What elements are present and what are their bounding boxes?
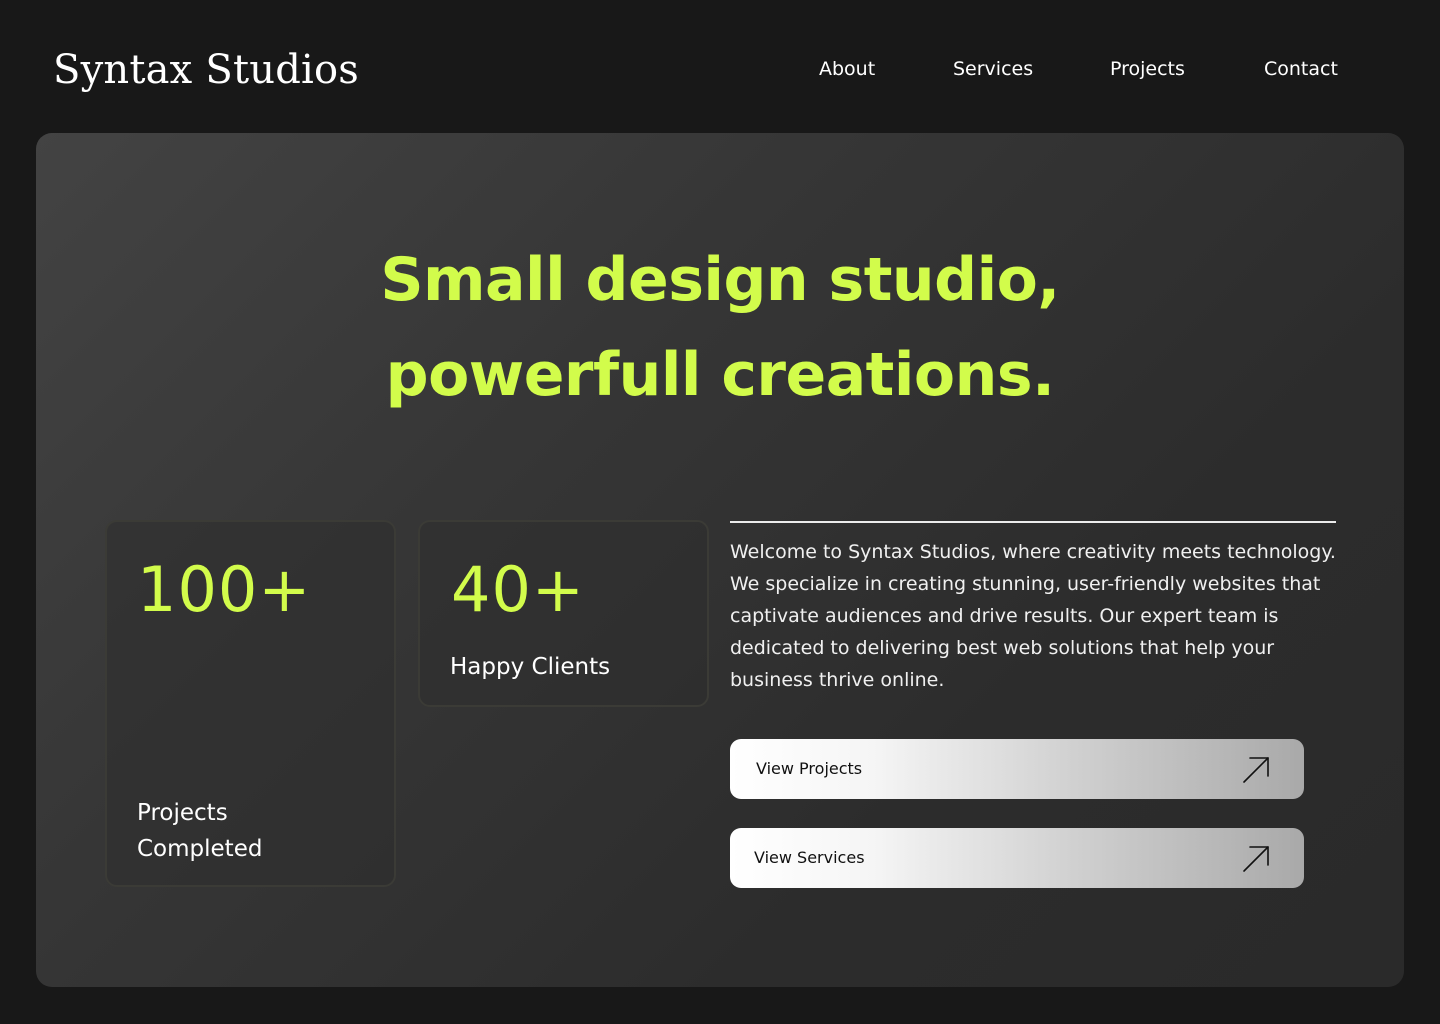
main-nav: About Services Projects Contact: [0, 55, 1440, 85]
headline-line-1: Small design studio,: [380, 245, 1060, 315]
stat-card-clients: 40+ Happy Clients: [418, 520, 709, 707]
stat-projects-value: 100+: [137, 553, 312, 626]
stat-projects-label: Projects Completed: [137, 800, 263, 862]
headline-line-2: powerfull creations.: [385, 340, 1055, 410]
stat-clients-label: Happy Clients: [450, 654, 611, 680]
arrow-up-right-icon: [1243, 757, 1269, 783]
arrow-up-right-icon: [1243, 846, 1269, 872]
nav-about-link[interactable]: About: [819, 55, 875, 83]
view-projects-label: View Projects: [756, 759, 863, 778]
stat-card-projects: 100+ Projects Completed: [105, 520, 396, 887]
view-projects-button[interactable]: View Projects: [730, 739, 1304, 799]
intro-paragraph: Welcome to Syntax Studios, where creativ…: [730, 541, 1336, 691]
nav-services-link[interactable]: Services: [953, 55, 1033, 83]
page: Syntax Studios About Services Projects C…: [0, 0, 1440, 1024]
stat-clients-value: 40+: [451, 553, 585, 626]
hero-section: Small design studio, powerfull creations…: [36, 133, 1404, 987]
view-services-label: View Services: [754, 848, 865, 867]
view-services-button[interactable]: View Services: [730, 828, 1304, 888]
nav-contact-link[interactable]: Contact: [1264, 55, 1338, 83]
intro-divider: [730, 521, 1336, 523]
nav-projects-link[interactable]: Projects: [1110, 55, 1185, 83]
hero-headline: Small design studio, powerfull creations…: [36, 233, 1404, 423]
